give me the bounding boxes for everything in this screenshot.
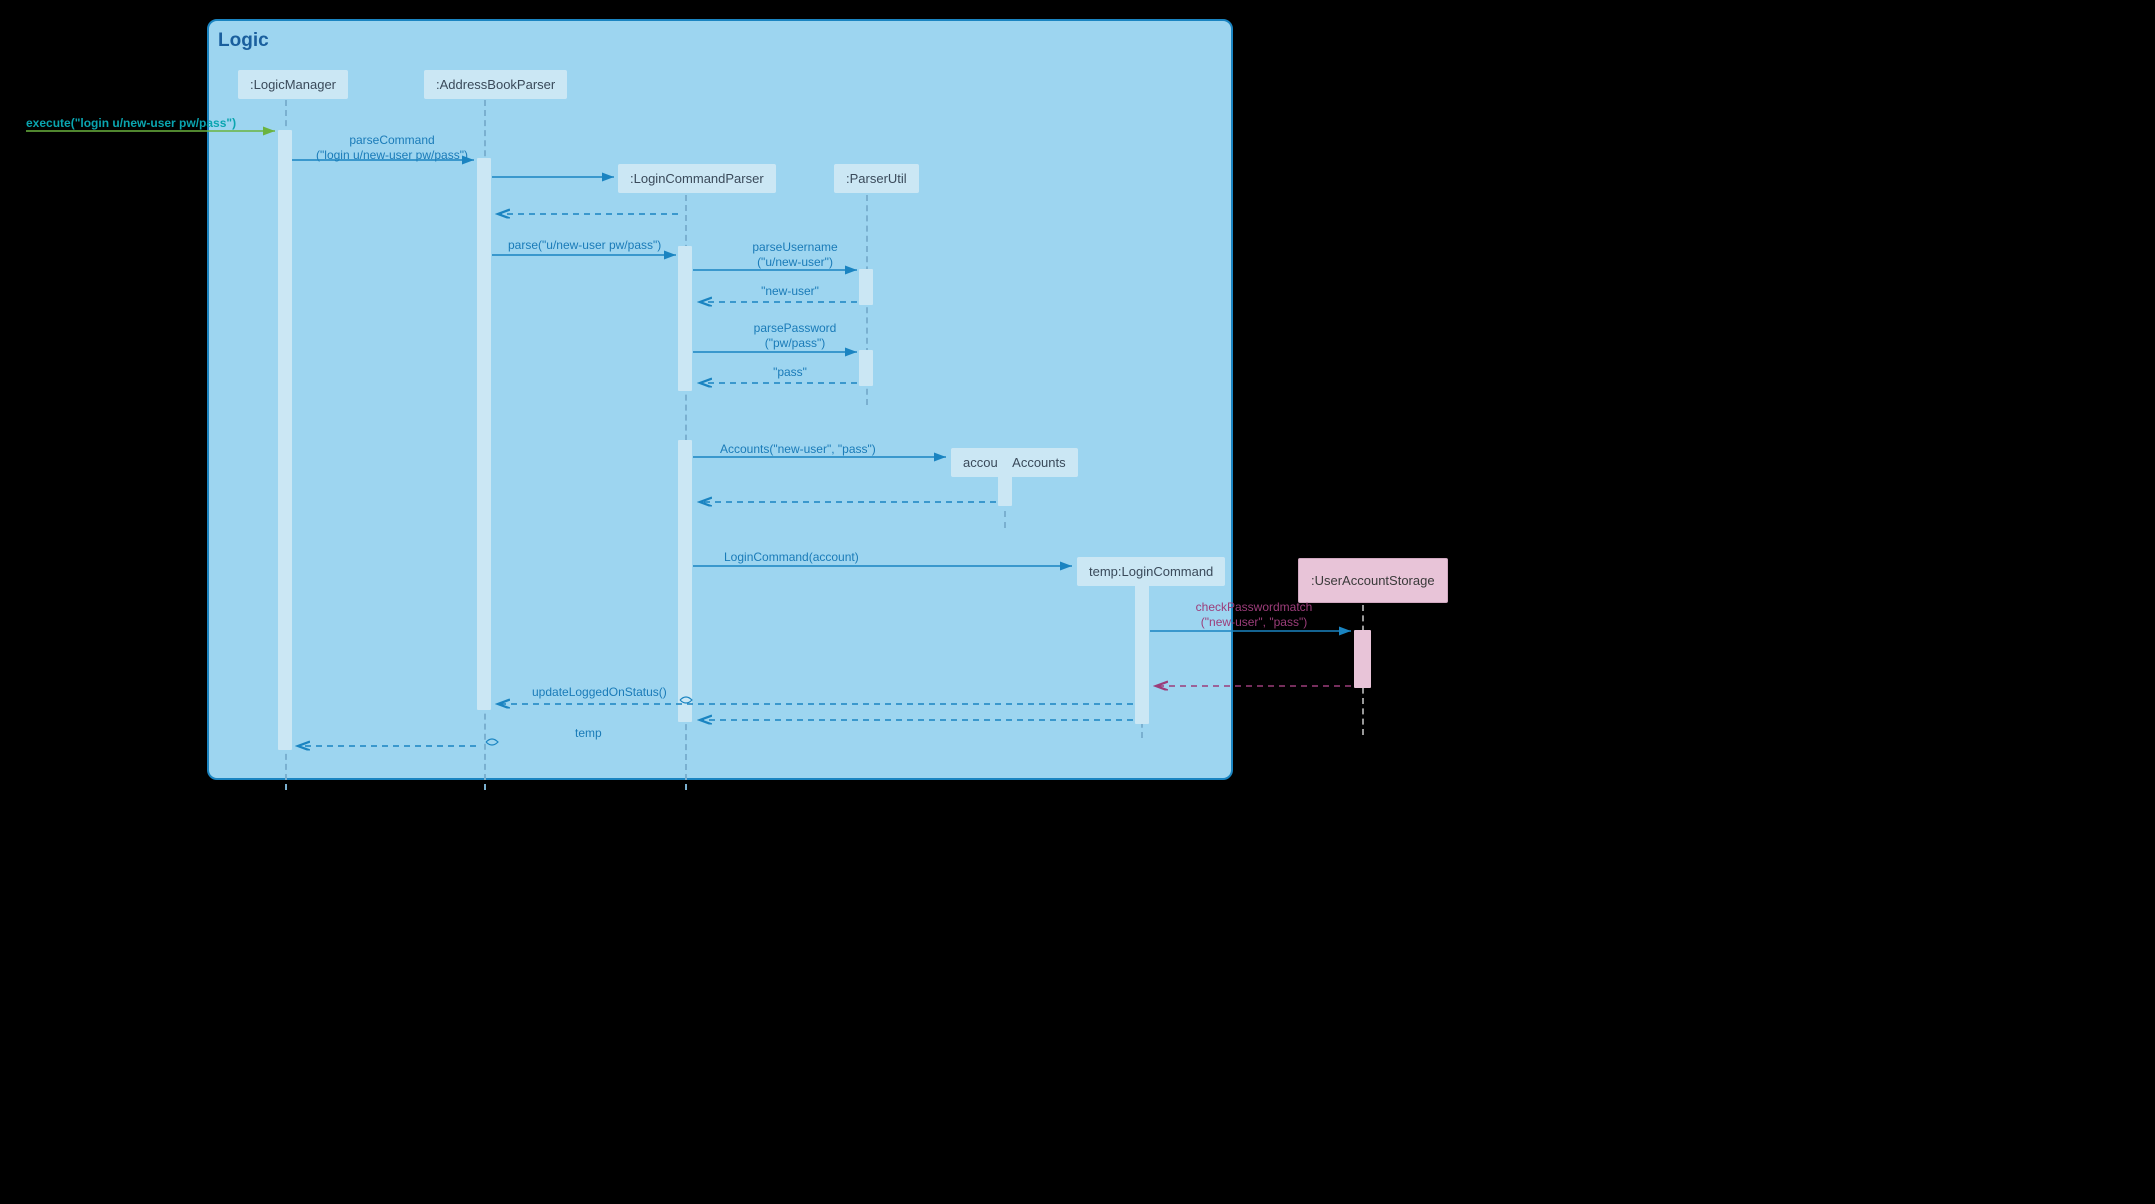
lifeline-login-command-parser: :LoginCommandParser <box>618 164 776 193</box>
activation-address-book-parser <box>477 158 491 710</box>
msg-temp: temp <box>575 726 602 740</box>
lifeline-user-account-storage: :UserAccountStorage <box>1298 558 1448 603</box>
activation-login-command <box>1135 584 1149 724</box>
msg-login-command-new: LoginCommand(account) <box>724 550 859 564</box>
msg-parse-command-arg: ("login u/new-user pw/pass") <box>302 148 482 162</box>
activation-user-account-storage <box>1354 630 1371 688</box>
msg-pass-return: "pass" <box>760 365 820 379</box>
msg-parse-username: parseUsername <box>735 240 855 254</box>
msg-parse-password: parsePassword <box>735 321 855 335</box>
msg-check-password-match-arg: ("new-user", "pass") <box>1184 615 1324 629</box>
msg-parse: parse("u/new-user pw/pass") <box>508 238 661 252</box>
msg-execute: execute("login u/new-user pw/pass") <box>26 116 236 130</box>
msg-check-password-match: checkPasswordmatch <box>1184 600 1324 614</box>
activation-login-command-parser-2 <box>678 440 692 722</box>
activation-login-command-parser-1 <box>678 246 692 391</box>
msg-parse-username-arg: ("u/new-user") <box>735 255 855 269</box>
msg-new-user-return: "new-user" <box>750 284 830 298</box>
lifeline-logic-manager: :LogicManager <box>238 70 348 99</box>
logic-frame-title: Logic <box>218 30 269 52</box>
activation-parser-util-2 <box>859 350 873 386</box>
activation-parser-util-1 <box>859 269 873 305</box>
lifeline-address-book-parser: :AddressBookParser <box>424 70 567 99</box>
sequence-diagram: Logic :LogicManager :AddressBookParser :… <box>0 0 2155 1204</box>
lifeline-accounts: account:Accounts <box>951 448 1078 477</box>
activation-logic-manager <box>278 130 292 750</box>
msg-update-logged-on-status: updateLoggedOnStatus() <box>532 685 667 699</box>
lifeline-parser-util: :ParserUtil <box>834 164 919 193</box>
lifeline-login-command: temp:LoginCommand <box>1077 557 1225 586</box>
msg-parse-command: parseCommand <box>332 133 452 147</box>
activation-accounts <box>998 456 1012 506</box>
msg-accounts-new: Accounts("new-user", "pass") <box>720 442 876 456</box>
msg-parse-password-arg: ("pw/pass") <box>735 336 855 350</box>
